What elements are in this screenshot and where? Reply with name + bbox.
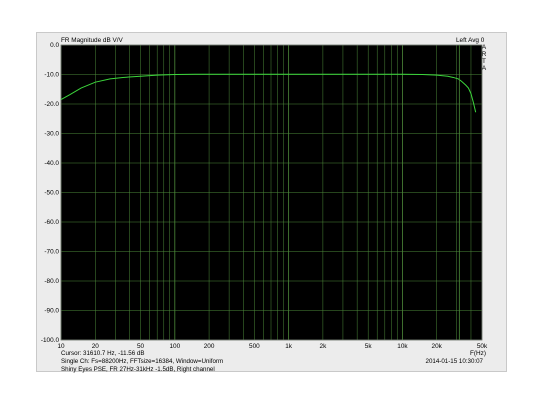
y-tick-label: -30.0 (44, 131, 59, 138)
arta-letter-1: A (482, 44, 487, 51)
x-tick-label: 20 (92, 343, 100, 350)
y-tick-label: -90.0 (44, 308, 59, 315)
y-tick-label: -70.0 (44, 249, 59, 256)
arta-letter-3: T (482, 58, 486, 65)
arta-logo: A R T A (482, 44, 487, 72)
x-tick-label: 5k (365, 343, 373, 350)
x-tick-label: 10k (397, 343, 408, 350)
cursor-readout: Cursor: 31610.7 Hz, -11.56 dB (61, 350, 144, 357)
y-tick-label: 0.0 (50, 42, 59, 49)
y-tick-label: -40.0 (44, 160, 59, 167)
x-tick-label: 1k (285, 343, 293, 350)
measurement-datetime: 2014-01-15 10:30:07 (426, 358, 484, 365)
chart-title: FR Magnitude dB V/V (61, 37, 124, 44)
y-tick-label: -80.0 (44, 278, 59, 285)
measurement-settings: Single Ch: Fs=88200Hz, FFTsize=16384, Wi… (61, 358, 223, 365)
arta-letter-4: A (482, 65, 487, 72)
y-tick-label: -50.0 (44, 190, 59, 197)
x-tick-label: 100 (169, 343, 180, 350)
x-tick-label: 50 (137, 343, 145, 350)
x-tick-label: 200 (204, 343, 215, 350)
measurement-description: Shiny Eyes PSE, FR 27Hz-31kHz -1.5dB, Ri… (61, 366, 215, 373)
y-axis-tick-labels: 0.0 -10.0 -20.0 -30.0 -40.0 -50.0 -60.0 -70.0 -8… (41, 42, 60, 344)
channel-average-status: Left Avg 0 (456, 37, 485, 44)
y-tick-label: -10.0 (44, 72, 59, 79)
x-tick-label: 10 (57, 343, 65, 350)
y-tick-label: -60.0 (44, 219, 59, 226)
frequency-response-chart: FR Magnitude dB V/V Left Avg 0 A R T A 0… (41, 37, 488, 373)
x-tick-label: 50k (477, 343, 488, 350)
x-tick-label: 2k (320, 343, 328, 350)
arta-letter-2: R (482, 51, 487, 58)
x-tick-label: 20k (432, 343, 443, 350)
x-tick-label: 500 (249, 343, 260, 350)
x-axis-label: F(Hz) (470, 350, 486, 357)
x-axis-tick-labels: 10 20 50 100 200 500 1k 2k 5k 10k 20k 50k (57, 343, 488, 350)
y-tick-label: -20.0 (44, 101, 59, 108)
chart-window: FR Magnitude dB V/V Left Avg 0 A R T A 0… (36, 32, 507, 373)
